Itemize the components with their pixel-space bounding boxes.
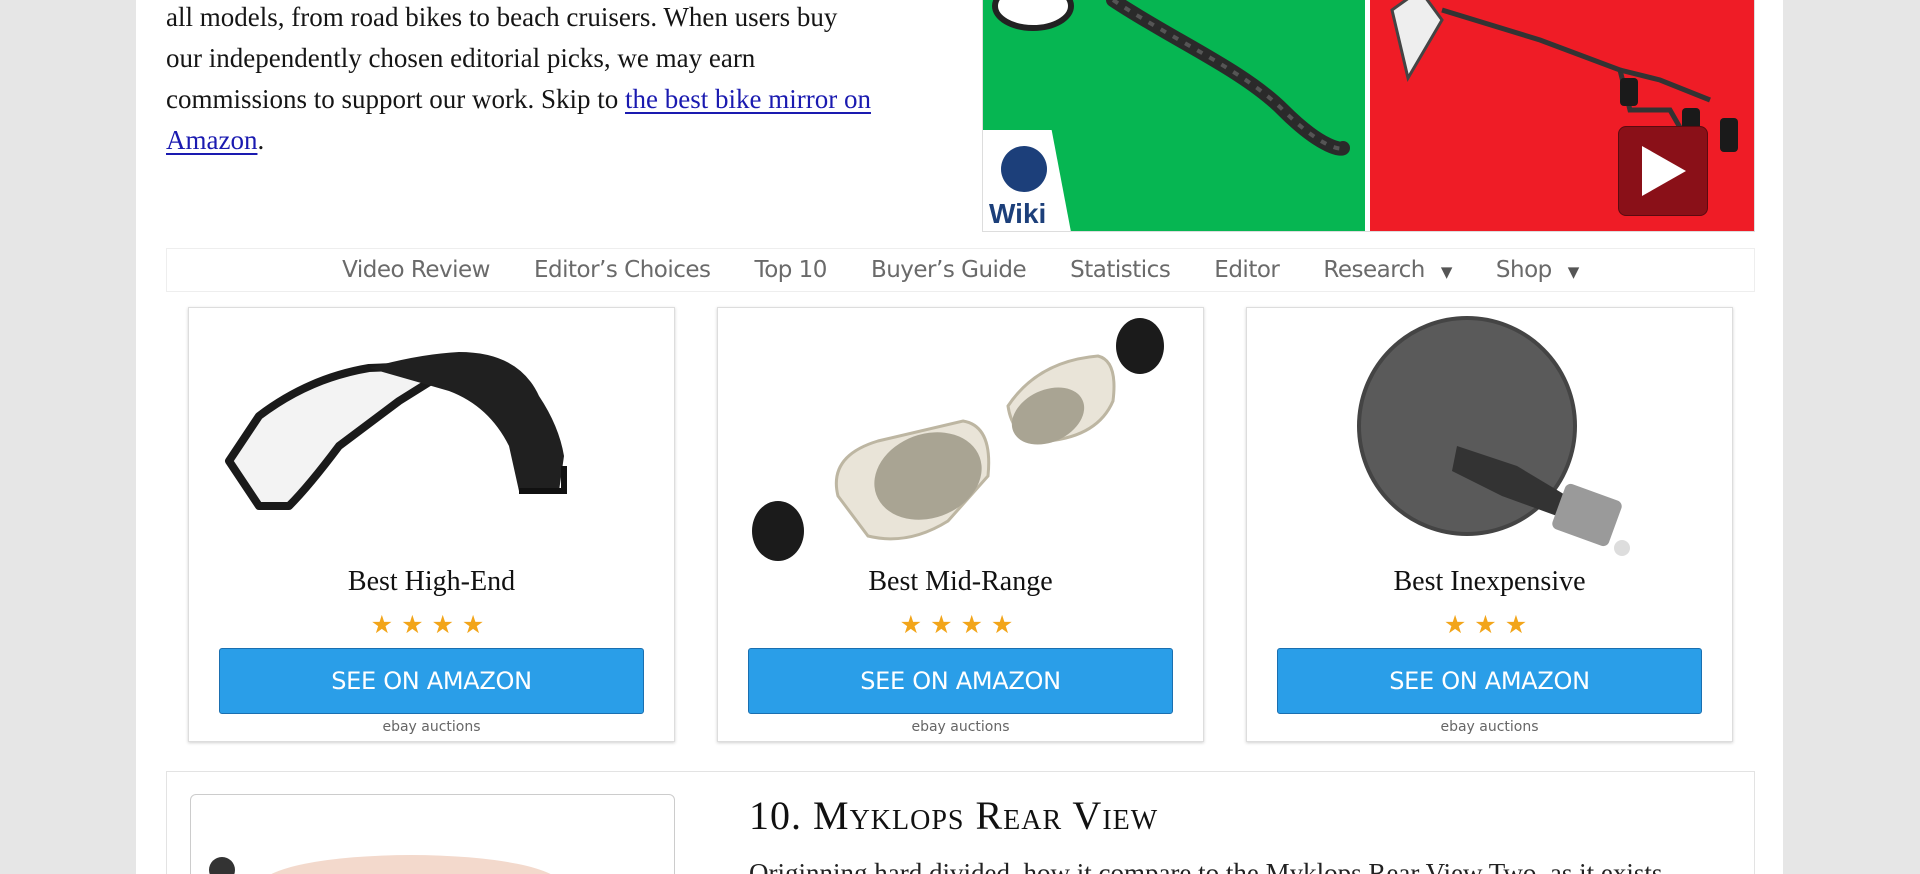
see-on-amazon-button[interactable]: SEE ON AMAZON bbox=[748, 648, 1173, 714]
card-inexpensive: Best Inexpensive ★★★ SEE ON AMAZON ebay … bbox=[1246, 307, 1733, 742]
mid-range-mirror-image[interactable] bbox=[748, 316, 1175, 568]
review-section: 10. Myklops Rear View Originning hard di… bbox=[166, 771, 1755, 874]
nav-editors-choices[interactable]: Editor’s Choices bbox=[534, 257, 711, 283]
intro-suffix: . bbox=[257, 125, 265, 155]
see-on-amazon-button[interactable]: SEE ON AMAZON bbox=[219, 648, 644, 714]
intro-line-3: commissions to support our work. Skip to bbox=[166, 84, 626, 114]
review-product-image[interactable] bbox=[190, 794, 675, 874]
card-high-end: Best High-End ★★★★ SEE ON AMAZON ebay au… bbox=[188, 307, 675, 742]
picks-cards: Best High-End ★★★★ SEE ON AMAZON ebay au… bbox=[188, 307, 1734, 742]
article-page: all models, from road bikes to beach cru… bbox=[136, 0, 1783, 874]
review-heading: 10. Myklops Rear View bbox=[749, 793, 1159, 838]
card-title: Best Mid-Range bbox=[868, 566, 1053, 597]
star-rating: ★★★ bbox=[1443, 612, 1536, 639]
star-rating: ★★★★ bbox=[899, 612, 1022, 639]
nav-video-review[interactable]: Video Review bbox=[342, 257, 490, 283]
intro-line-2: our independently chosen editorial picks… bbox=[166, 43, 756, 73]
card-mid-range: Best Mid-Range ★★★★ SEE ON AMAZON ebay a… bbox=[717, 307, 1204, 742]
play-button[interactable] bbox=[1618, 126, 1708, 216]
intro-paragraph: all models, from road bikes to beach cru… bbox=[166, 0, 956, 161]
caret-down-icon: ▼ bbox=[1567, 263, 1580, 281]
nav-statistics[interactable]: Statistics bbox=[1070, 257, 1171, 283]
ebay-auctions-link[interactable]: ebay auctions bbox=[718, 719, 1203, 735]
caret-down-icon: ▼ bbox=[1440, 263, 1453, 281]
star-rating: ★★★★ bbox=[370, 612, 493, 639]
nav-top-10[interactable]: Top 10 bbox=[755, 257, 828, 283]
card-title: Best High-End bbox=[347, 566, 516, 597]
nav-shop[interactable]: Shop ▼ bbox=[1496, 257, 1579, 283]
ebay-auctions-link[interactable]: ebay auctions bbox=[189, 719, 674, 735]
ebay-auctions-link[interactable]: ebay auctions bbox=[1247, 719, 1732, 735]
section-nav: Video Review Editor’s Choices Top 10 Buy… bbox=[166, 248, 1755, 292]
mirror-knob-shape bbox=[209, 857, 235, 874]
globe-icon bbox=[1001, 146, 1047, 192]
nav-buyers-guide[interactable]: Buyer’s Guide bbox=[871, 257, 1027, 283]
hand-shape bbox=[261, 855, 561, 874]
nav-editor[interactable]: Editor bbox=[1214, 257, 1280, 283]
wiki-logo-text: Wiki bbox=[989, 198, 1047, 229]
play-icon bbox=[1642, 146, 1686, 196]
nav-research[interactable]: Research ▼ bbox=[1323, 257, 1452, 283]
video-panel-green: Wiki bbox=[983, 0, 1365, 231]
review-excerpt: Originning hard divided, how it compare … bbox=[749, 858, 1663, 874]
see-on-amazon-button[interactable]: SEE ON AMAZON bbox=[1277, 648, 1702, 714]
high-end-mirror-image[interactable] bbox=[219, 316, 646, 568]
card-title: Best Inexpensive bbox=[1393, 566, 1586, 597]
inexpensive-mirror-image[interactable] bbox=[1277, 316, 1704, 568]
intro-line-1: all models, from road bikes to beach cru… bbox=[166, 2, 838, 32]
